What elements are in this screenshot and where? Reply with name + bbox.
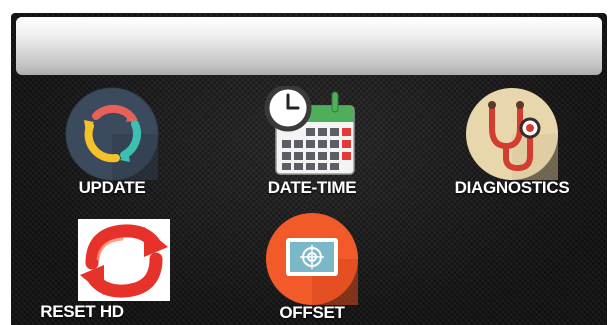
offset-tile[interactable]: OFFSET — [222, 213, 402, 325]
offset-label: OFFSET — [279, 303, 345, 322]
update-sync-icon — [65, 87, 159, 181]
reset-arrows-icon — [78, 219, 170, 301]
stethoscope-icon — [466, 88, 558, 180]
title-bar — [16, 17, 602, 75]
update-tile[interactable]: UPDATE — [22, 86, 202, 201]
screen: UPDATE DATE-TIME DIAGNOSTICS RESET HD OF… — [0, 0, 609, 325]
clock-calendar-icon — [264, 86, 355, 175]
reset-hd-tile[interactable]: RESET HD — [22, 219, 202, 325]
date-time-label: DATE-TIME — [267, 178, 357, 197]
reset-hd-label: RESET HD — [40, 302, 124, 321]
update-label: UPDATE — [78, 178, 146, 197]
menu-panel: UPDATE DATE-TIME DIAGNOSTICS RESET HD OF… — [11, 13, 607, 325]
diagnostics-tile[interactable]: DIAGNOSTICS — [422, 86, 602, 201]
diagnostics-label: DIAGNOSTICS — [454, 178, 570, 197]
date-time-tile[interactable]: DATE-TIME — [222, 86, 402, 201]
crosshair-screen-icon — [266, 213, 358, 305]
